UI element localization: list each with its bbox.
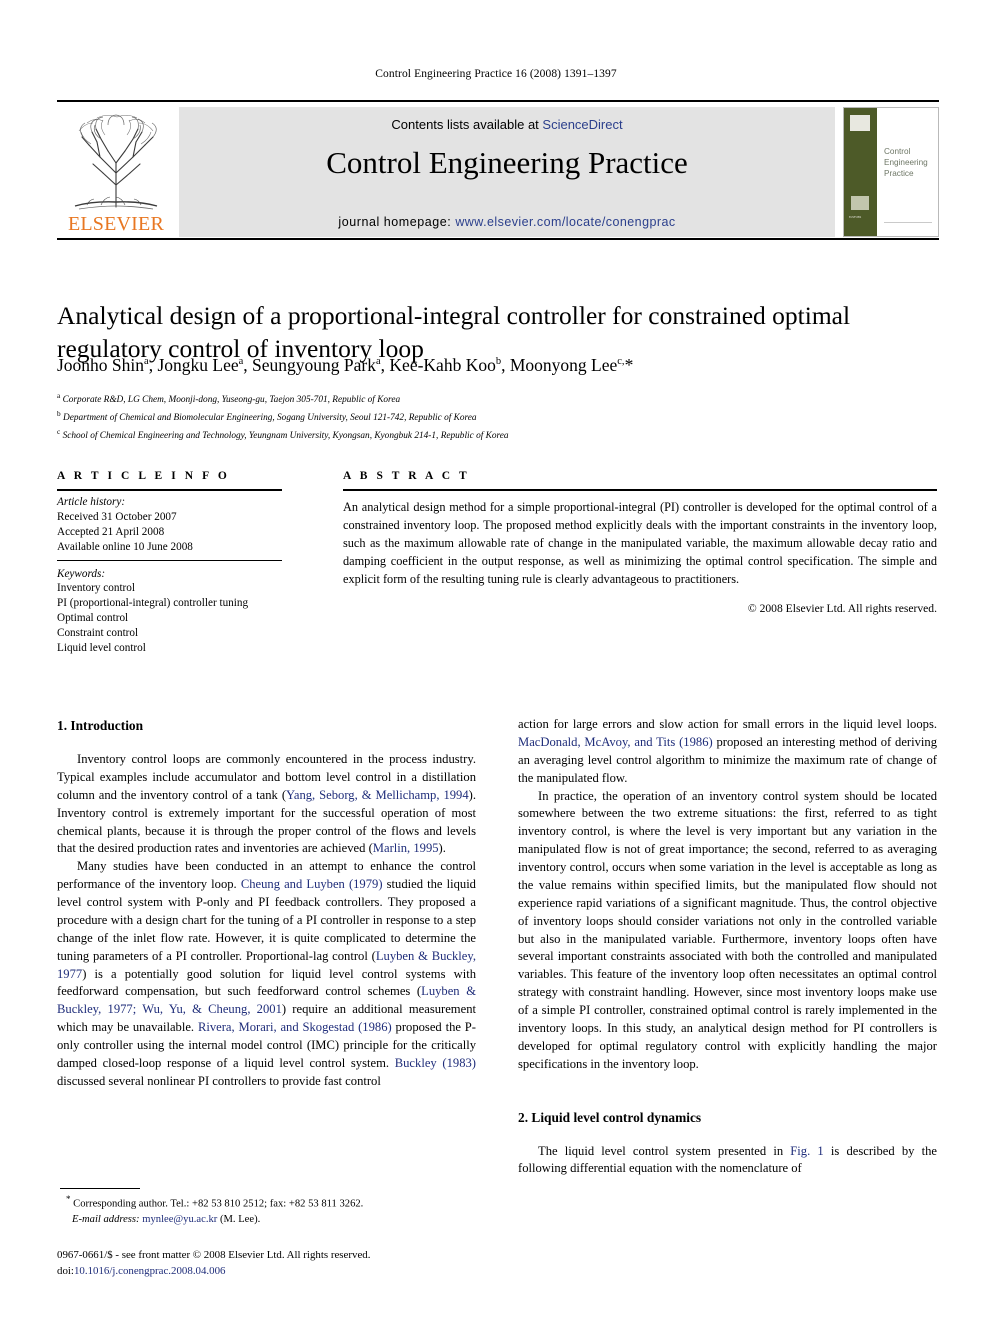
paragraph: Inventory control loops are commonly enc… <box>57 751 476 858</box>
footnote-rule <box>60 1188 140 1189</box>
text-run: discussed several nonlinear PI controlle… <box>57 1073 381 1088</box>
citation-link[interactable]: Yang, Seborg, & Mellichamp, 1994 <box>286 788 469 802</box>
cover-emblem-icon <box>850 115 870 131</box>
article-info-rule <box>57 489 282 491</box>
elsevier-logo: ELSEVIER <box>57 107 175 237</box>
citation-link[interactable]: Cheung and Luyben (1979) <box>241 877 383 891</box>
text-run: The liquid level control system presente… <box>538 1143 791 1158</box>
keywords-label: Keywords: <box>57 567 106 580</box>
journal-title: Control Engineering Practice <box>326 145 688 180</box>
body-column-right: action for large errors and slow action … <box>518 716 937 1178</box>
citation-link[interactable]: Buckley (1983) <box>395 1056 476 1070</box>
running-head: Control Engineering Practice 16 (2008) 1… <box>375 68 617 80</box>
affiliation-item: b Department of Chemical and Biomolecula… <box>57 408 477 423</box>
article-history-label: Article history: <box>57 496 126 508</box>
keyword-item: Optimal control <box>57 612 129 625</box>
doi-link[interactable]: 10.1016/j.conengprac.2008.04.006 <box>74 1265 226 1277</box>
footnote-line-1: * Corresponding author. Tel.: +82 53 810… <box>60 1193 480 1212</box>
article-info-body: Article history: Received 31 October 200… <box>57 495 312 656</box>
keyword-item: Liquid level control <box>57 642 146 655</box>
doi-label: doi: <box>57 1264 74 1277</box>
citation-link[interactable]: Marlin, 1995 <box>373 841 439 855</box>
history-item: Available online 10 June 2008 <box>57 540 193 553</box>
corresponding-text: Corresponding author. Tel.: +82 53 810 2… <box>73 1198 364 1210</box>
journal-masthead: ELSEVIER Contents lists available at Sci… <box>57 100 939 240</box>
cover-publisher-text: ELSEVIER <box>849 216 862 219</box>
email-suffix: (M. Lee). <box>219 1213 261 1225</box>
abstract-rule <box>343 489 937 491</box>
author-list: Joonho Shina, Jongku Leea, Seungyoung Pa… <box>57 355 634 375</box>
homepage-label: journal homepage: <box>338 215 456 229</box>
contents-line: Contents lists available at ScienceDirec… <box>179 117 835 132</box>
section-heading-introduction: 1. Introduction <box>57 718 144 733</box>
affiliation-list: a Corporate R&D, LG Chem, Moonji-dong, Y… <box>57 390 927 443</box>
footnote-line-2: E-mail address: mynlee@yu.ac.kr (M. Lee)… <box>60 1212 480 1227</box>
corresponding-author-footnote: * Corresponding author. Tel.: +82 53 810… <box>60 1193 480 1227</box>
text-run: ) is a potentially good solution for liq… <box>57 966 476 999</box>
keyword-item: Inventory control <box>57 582 135 595</box>
paragraph: Many studies have been conducted in an a… <box>57 858 476 1090</box>
abstract-copyright: © 2008 Elsevier Ltd. All rights reserved… <box>747 602 937 615</box>
journal-homepage-line: journal homepage: www.elsevier.com/locat… <box>179 215 835 229</box>
text-run: action for large errors and slow action … <box>518 717 937 731</box>
abstract-text: An analytical design method for a simple… <box>343 500 937 587</box>
history-divider <box>57 559 282 561</box>
paragraph: action for large errors and slow action … <box>518 716 937 788</box>
figure-link[interactable]: Fig. 1 <box>790 1144 823 1158</box>
issn-line: 0967-0661/$ - see front matter © 2008 El… <box>57 1249 371 1261</box>
abstract-heading: A B S T R A C T <box>343 470 470 482</box>
cover-journal-title: Control Engineering Practice <box>884 147 928 179</box>
journal-homepage-link[interactable]: www.elsevier.com/locate/conengprac <box>455 215 675 229</box>
keyword-item: PI (proportional-integral) controller tu… <box>57 597 249 610</box>
contents-line-text: Contents lists available at <box>391 117 543 132</box>
affiliation-item: c School of Chemical Engineering and Tec… <box>57 426 509 441</box>
history-item: Received 31 October 2007 <box>57 510 177 523</box>
cover-ifac-icon <box>851 196 869 210</box>
text-run: ). <box>438 841 446 856</box>
history-item: Accepted 21 April 2008 <box>57 525 165 538</box>
paragraph: The liquid level control system presente… <box>518 1143 937 1179</box>
affiliation-item: a Corporate R&D, LG Chem, Moonji-dong, Y… <box>57 391 401 406</box>
body-column-left: 1. Introduction Inventory control loops … <box>57 716 476 1091</box>
sciencedirect-link[interactable]: ScienceDirect <box>542 117 622 132</box>
citation-link[interactable]: Rivera, Morari, and Skogestad (1986) <box>198 1020 392 1034</box>
elsevier-tree-icon <box>74 114 158 210</box>
email-label: E-mail address: <box>72 1213 140 1225</box>
journal-article-page: Control Engineering Practice 16 (2008) 1… <box>0 0 992 1323</box>
citation-link[interactable]: MacDonald, McAvoy, and Tits (1986) <box>518 735 713 749</box>
elsevier-wordmark: ELSEVIER <box>67 213 165 235</box>
article-info-heading: A R T I C L E I N F O <box>57 470 230 482</box>
doi-line: doi:10.1016/j.conengprac.2008.04.006 <box>57 1264 497 1280</box>
keyword-item: Constraint control <box>57 627 139 640</box>
journal-cover-thumbnail: ELSEVIER Control Engineering Practice <box>843 107 939 237</box>
imprint-block: 0967-0661/$ - see front matter © 2008 El… <box>57 1248 497 1280</box>
paragraph: In practice, the operation of an invento… <box>518 788 937 1071</box>
cover-bottom-rule <box>884 222 932 223</box>
sciencedirect-banner: Contents lists available at ScienceDirec… <box>179 107 835 237</box>
email-link[interactable]: mynlee@yu.ac.kr <box>142 1214 217 1225</box>
section-heading-liquid-level: 2. Liquid level control dynamics <box>518 1109 702 1125</box>
footnote-marker: * <box>66 1194 71 1204</box>
